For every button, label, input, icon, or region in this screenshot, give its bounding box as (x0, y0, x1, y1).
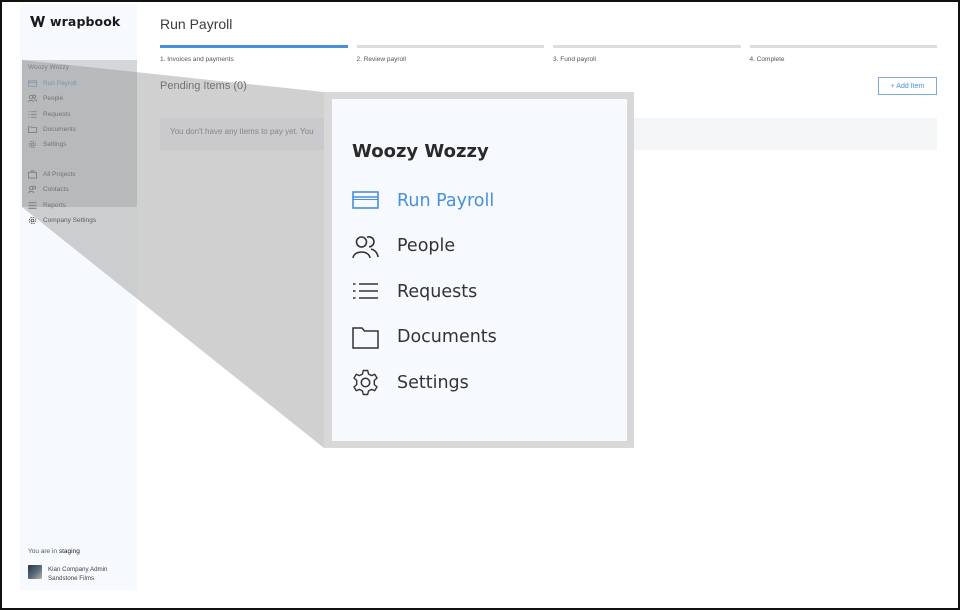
card-icon (28, 80, 37, 87)
sidebar-item-contacts[interactable]: Contacts (28, 182, 96, 197)
step-label: 2. Review payroll (356, 56, 407, 63)
sidebar-item-documents[interactable]: Documents (28, 122, 77, 137)
zoom-callout-panel: Woozy Wozzy Run Payroll People Requests … (332, 99, 627, 441)
user-menu[interactable]: Kian Company Admin Sandstone Films (28, 565, 108, 583)
sidebar-item-requests[interactable]: Requests (28, 107, 77, 122)
step-progress-bar (553, 45, 741, 48)
add-item-button[interactable]: + Add Item (878, 77, 937, 95)
sidebar-item-label: All Projects (43, 171, 76, 179)
step-label: 3. Fund payroll (553, 56, 596, 63)
people-icon (352, 235, 379, 259)
sidebar-item-reports[interactable]: Reports (28, 198, 96, 213)
sidebar-item-all-projects[interactable]: All Projects (28, 167, 96, 182)
project-nav: Run Payroll People Requests Documents Se… (28, 76, 77, 152)
step-fund-payroll[interactable]: 3. Fund payroll (553, 45, 741, 63)
menu-icon (28, 202, 37, 209)
folder-icon (28, 126, 37, 134)
sidebar-item-label: Company Settings (43, 217, 97, 225)
zoom-item-people[interactable]: People (352, 224, 497, 270)
zoom-project-name: Woozy Wozzy (352, 141, 489, 162)
sidebar-item-label: Requests (43, 110, 71, 118)
environment-notice: You are in staging (28, 548, 80, 555)
folder-icon (352, 327, 379, 349)
people-icon (28, 186, 37, 194)
zoom-item-label: Run Payroll (397, 190, 495, 211)
zoom-item-requests[interactable]: Requests (352, 269, 497, 315)
step-progress-bar (749, 45, 937, 48)
sidebar-item-run-payroll[interactable]: Run Payroll (28, 76, 77, 91)
payroll-steps: 1. Invoices and payments 2. Review payro… (160, 45, 937, 63)
list-icon (353, 283, 378, 299)
zoom-nav: Run Payroll People Requests Documents Se… (352, 178, 497, 406)
card-icon (352, 191, 379, 210)
step-label: 1. Invoices and payments (160, 56, 234, 63)
project-name: Woozy Wozzy (28, 64, 69, 71)
zoom-item-settings[interactable]: Settings (352, 360, 497, 406)
gear-icon (28, 141, 37, 149)
app-window: wrapbook Woozy Wozzy Run Payroll People … (0, 0, 960, 610)
brand-name: wrapbook (50, 14, 121, 29)
sidebar-item-settings[interactable]: Settings (28, 137, 77, 152)
sidebar: wrapbook Woozy Wozzy Run Payroll People … (20, 4, 137, 590)
page-title: Run Payroll (160, 16, 233, 32)
zoom-item-documents[interactable]: Documents (352, 315, 497, 361)
sidebar-item-label: Reports (43, 201, 66, 209)
step-invoices-and-payments[interactable]: 1. Invoices and payments (160, 45, 348, 63)
sidebar-item-label: People (43, 95, 64, 103)
step-complete[interactable]: 4. Complete (749, 45, 937, 63)
sidebar-item-label: Run Payroll (43, 80, 77, 88)
wrapbook-logo[interactable]: wrapbook (30, 14, 120, 29)
wrapbook-logo-icon (30, 16, 45, 27)
user-company: Sandstone Films (48, 575, 95, 582)
pending-items-heading: Pending Items (0) (160, 80, 247, 92)
zoom-item-label: Requests (397, 281, 478, 302)
gear-icon (353, 370, 378, 396)
sidebar-item-company-settings[interactable]: Company Settings (28, 213, 96, 228)
people-icon (28, 95, 37, 103)
gear-icon (28, 216, 37, 225)
zoom-item-run-payroll[interactable]: Run Payroll (352, 178, 497, 224)
avatar (28, 565, 42, 579)
environment-prefix: You are in (28, 548, 59, 555)
zoom-item-label: People (397, 236, 456, 257)
sidebar-item-label: Contacts (43, 186, 69, 194)
step-progress-bar (356, 45, 544, 48)
global-nav: All Projects Contacts Reports Company Se… (28, 167, 96, 228)
sidebar-item-label: Documents (43, 126, 76, 134)
sidebar-item-label: Settings (43, 141, 67, 149)
user-name: Kian Company Admin (48, 566, 108, 573)
step-review-payroll[interactable]: 2. Review payroll (356, 45, 544, 63)
sidebar-item-people[interactable]: People (28, 91, 77, 106)
user-info: Kian Company Admin Sandstone Films (48, 565, 108, 583)
step-label: 4. Complete (749, 56, 785, 63)
list-icon (28, 111, 37, 118)
briefcase-icon (28, 170, 37, 179)
step-progress-bar (160, 45, 348, 48)
zoom-item-label: Documents (397, 327, 497, 348)
environment-name: staging (58, 548, 80, 555)
zoom-item-label: Settings (397, 372, 469, 393)
